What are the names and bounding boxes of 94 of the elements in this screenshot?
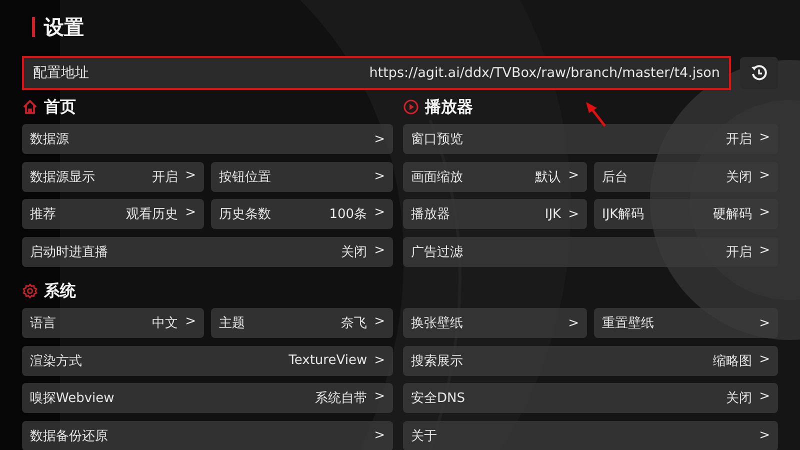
chevron-text: > [568, 316, 579, 330]
setting-item[interactable]: 画面缩放 默认 > [403, 162, 587, 192]
setting-value: 系统自带 [315, 390, 368, 407]
chevron-text: > [185, 314, 196, 331]
setting-value: 默认 [535, 168, 562, 186]
section-heading: 播放器 [425, 96, 473, 118]
setting-item[interactable]: 历史条数 100条 > [211, 199, 393, 229]
setting-label: 广告过滤 [411, 244, 463, 260]
setting-item[interactable]: 搜索展示 缩略图 > [403, 346, 778, 376]
chevron-text: > [185, 205, 196, 222]
chevron-text: > [374, 389, 385, 406]
setting-value: 硬解码 [713, 206, 752, 223]
play-icon [403, 99, 419, 115]
setting-item[interactable]: 推荐 观看历史 > [22, 199, 204, 229]
setting-item[interactable]: 数据源 > [22, 124, 393, 154]
setting-item[interactable]: 安全DNS 关闭 > [403, 383, 778, 413]
setting-value: TextureView [288, 353, 368, 368]
setting-value: 奈飞 [341, 315, 368, 332]
chevron-text: > [759, 130, 770, 147]
config-row[interactable]: 配置地址 https://agit.ai/ddx/TVBox/raw/branch/master/t4.json [22, 56, 731, 90]
chevron-text: > [759, 389, 770, 406]
history-icon [750, 64, 768, 82]
history-button[interactable] [740, 57, 778, 89]
setting-label: IJK解码 [602, 206, 644, 223]
setting-item[interactable]: 数据源显示 开启 > [22, 162, 204, 192]
home-icon [22, 99, 38, 115]
setting-item[interactable]: 播放器 IJK > [403, 199, 587, 229]
chevron-text: > [374, 428, 385, 443]
chevron-text: > [568, 168, 579, 184]
setting-item[interactable]: IJK解码 硬解码 > [594, 199, 778, 229]
setting-value: 关闭 [726, 168, 752, 186]
setting-value: 缩略图 [713, 352, 752, 370]
setting-label: 重置壁纸 [602, 315, 654, 332]
setting-item[interactable]: 数据备份还原 > [22, 420, 393, 450]
setting-label: 渲染方式 [30, 352, 82, 370]
setting-item[interactable]: 语言 中文 > [22, 308, 204, 338]
setting-value: 观看历史 [126, 206, 178, 223]
setting-value: 关闭 [726, 390, 752, 407]
setting-label: 按钮位置 [219, 168, 271, 186]
setting-value: IJK [544, 206, 562, 222]
setting-item[interactable]: 嗅探Webview 系统自带 > [22, 383, 393, 413]
setting-label: 换张壁纸 [411, 315, 463, 332]
setting-value: 100条 [329, 206, 368, 223]
setting-value: 开启 [726, 244, 752, 260]
chevron-text: > [185, 168, 196, 184]
setting-value: 开启 [152, 168, 178, 186]
setting-label: 安全DNS [411, 390, 465, 407]
chevron-text: > [374, 242, 385, 260]
setting-item[interactable]: 重置壁纸 > [594, 308, 778, 338]
setting-label: 数据备份还原 [30, 428, 108, 444]
chevron-text: > [759, 428, 770, 443]
setting-label: 关于 [411, 428, 437, 444]
setting-item[interactable]: 窗口预览 开启 > [403, 124, 778, 154]
setting-label: 嗅探Webview [30, 390, 114, 407]
section-heading: 系统 [44, 280, 76, 302]
setting-label: 数据源显示 [30, 168, 95, 186]
setting-value: 中文 [152, 315, 178, 332]
setting-label: 语言 [30, 315, 56, 332]
chevron-text: > [374, 353, 385, 368]
setting-label: 启动时进直播 [30, 244, 108, 260]
setting-label: 搜索展示 [411, 352, 463, 370]
section-heading: 首页 [44, 96, 76, 118]
chevron-text: > [374, 205, 385, 222]
setting-item[interactable]: 广告过滤 开启 > [403, 236, 778, 266]
setting-item[interactable]: 渲染方式 TextureView > [22, 346, 393, 376]
setting-item[interactable]: 主题 奈飞 > [211, 308, 393, 338]
chevron-text: > [759, 205, 770, 222]
chevron-text: > [374, 169, 385, 184]
setting-label: 画面缩放 [411, 168, 463, 186]
setting-label: 后台 [602, 168, 628, 186]
setting-label: 数据源 [30, 131, 69, 148]
chevron-text: > [759, 352, 770, 368]
setting-label: 窗口预览 [411, 131, 463, 148]
setting-item[interactable]: 后台 关闭 > [594, 162, 778, 192]
settings-icon [22, 283, 38, 299]
setting-value: 开启 [726, 131, 752, 148]
chevron-text: > [759, 168, 770, 184]
setting-item[interactable]: 按钮位置 > [211, 162, 393, 192]
chevron-text: > [374, 132, 385, 146]
setting-label: 推荐 [30, 206, 56, 223]
page-title: 设置 [44, 14, 84, 40]
config-label: 配置地址 [33, 64, 89, 82]
setting-label: 历史条数 [219, 206, 271, 223]
chevron-text: > [759, 316, 770, 330]
setting-label: 播放器 [411, 206, 450, 223]
chevron-text: > [759, 242, 770, 260]
setting-label: 主题 [219, 315, 245, 332]
setting-item[interactable]: 关于 > [403, 420, 778, 450]
setting-value: 关闭 [341, 244, 368, 260]
config-url: https://agit.ai/ddx/TVBox/raw/branch/master/t4.json [369, 65, 720, 81]
chevron-text: > [374, 314, 385, 331]
setting-item[interactable]: 启动时进直播 关闭 > [22, 236, 393, 266]
chevron-text: > [568, 206, 579, 222]
setting-item[interactable]: 换张壁纸 > [403, 308, 587, 338]
